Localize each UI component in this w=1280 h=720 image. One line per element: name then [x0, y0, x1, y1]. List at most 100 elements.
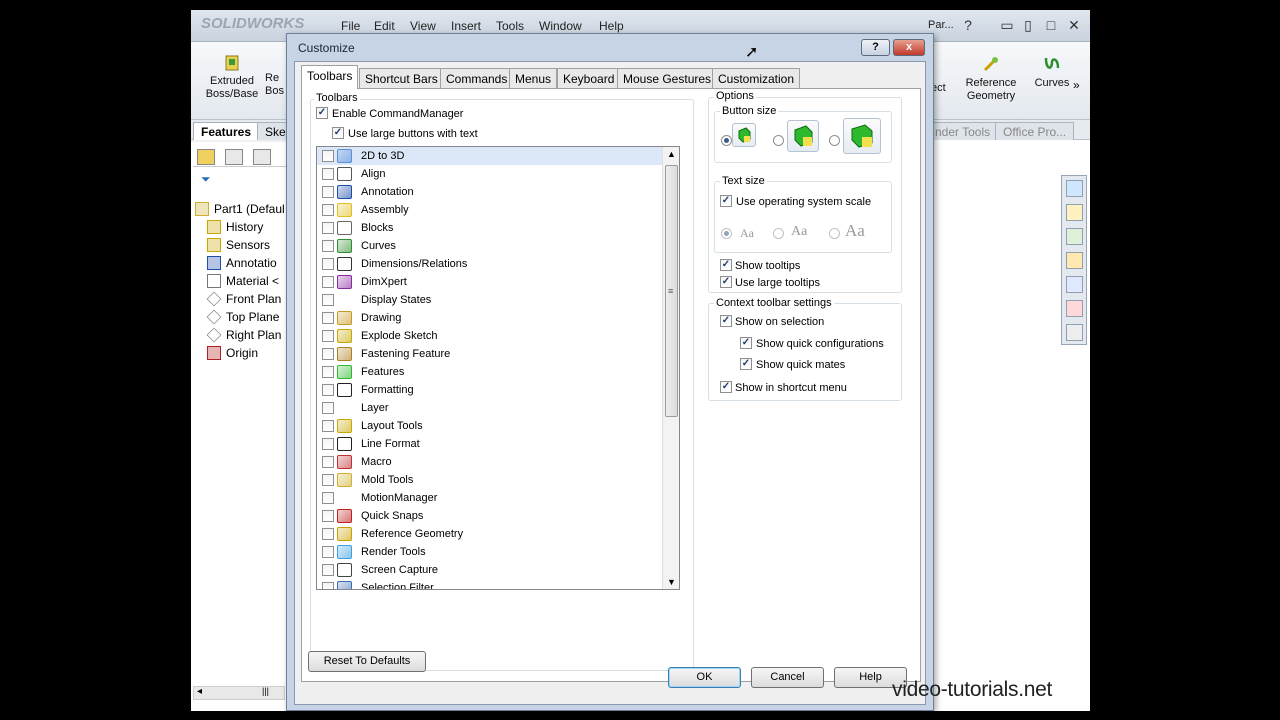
file-explorer-icon[interactable] [1066, 252, 1083, 269]
toolbar-list-checkbox[interactable] [322, 348, 334, 360]
toolbar-list-item[interactable]: Curves [317, 237, 663, 255]
toolbar-list-checkbox[interactable] [322, 438, 334, 450]
tree-item[interactable]: Material < [207, 274, 279, 292]
toolbar-list-item[interactable]: Features [317, 363, 663, 381]
toolbar-list-checkbox[interactable] [322, 168, 334, 180]
button-size-small-radio[interactable] [721, 135, 732, 146]
tab-mouse-gestures[interactable]: Mouse Gestures [617, 68, 718, 88]
restore-icon[interactable]: ▯ [1019, 16, 1037, 34]
custom-properties-icon[interactable] [1066, 324, 1083, 341]
tab-commands[interactable]: Commands [440, 68, 514, 88]
ok-button[interactable]: OK [668, 667, 741, 688]
toolbar-list-checkbox[interactable] [322, 258, 334, 270]
close-icon[interactable]: ✕ [1065, 16, 1083, 34]
button-size-medium-radio[interactable] [773, 135, 784, 146]
toolbar-list-item[interactable]: MotionManager [317, 489, 663, 507]
toolbar-list-item[interactable]: Quick Snaps [317, 507, 663, 525]
toolbar-list-checkbox[interactable] [322, 456, 334, 468]
scroll-up-icon[interactable]: ▲ [667, 149, 676, 159]
tree-hscrollbar[interactable]: ◂ ||| [193, 686, 285, 700]
toolbar-list-item[interactable]: Assembly [317, 201, 663, 219]
toolbar-list-item[interactable]: Formatting [317, 381, 663, 399]
menu-insert[interactable]: Insert [451, 19, 481, 33]
propertymanager-tab-icon[interactable] [225, 149, 243, 165]
menu-tools[interactable]: Tools [496, 19, 524, 33]
toolbar-list-checkbox[interactable] [322, 222, 334, 234]
toolbar-list-checkbox[interactable] [322, 474, 334, 486]
toolbar-list-checkbox[interactable] [322, 528, 334, 540]
ribbon-more-icon[interactable]: » [1073, 78, 1080, 92]
design-library-icon[interactable] [1066, 228, 1083, 245]
toolbar-list-item[interactable]: Align [317, 165, 663, 183]
tab-render-tools[interactable]: nder Tools [927, 122, 999, 140]
toolbar-list-item[interactable]: Dimensions/Relations [317, 255, 663, 273]
scroll-thumb[interactable]: ≡ [665, 165, 678, 417]
enable-commandmanager-checkbox[interactable]: ✓ [316, 107, 328, 119]
reference-geometry-button[interactable]: Reference Geometry [959, 56, 1023, 103]
tab-toolbars[interactable]: Toolbars [301, 65, 359, 89]
reset-to-defaults-button[interactable]: Reset To Defaults [308, 651, 426, 672]
tree-item[interactable]: History [207, 220, 263, 238]
extruded-boss-button[interactable]: Extruded Boss/Base [203, 54, 261, 101]
tab-features[interactable]: Features [193, 122, 260, 140]
toolbar-list-checkbox[interactable] [322, 492, 334, 504]
toolbar-list-item[interactable]: Explode Sketch [317, 327, 663, 345]
tree-item[interactable]: Right Plan [206, 327, 281, 346]
tab-office-products[interactable]: Office Pro... [995, 122, 1075, 140]
toolbar-list[interactable]: 2D to 3D Align Annotation Assembly Blocks Cur… [316, 146, 680, 590]
dialog-help-button[interactable]: ? [861, 39, 890, 56]
toolbar-list-checkbox[interactable] [322, 384, 334, 396]
toolbar-list-item[interactable]: Mold Tools [317, 471, 663, 489]
toolbar-list-checkbox[interactable] [322, 240, 334, 252]
text-size-small-radio[interactable] [721, 228, 732, 239]
show-in-shortcut-menu-checkbox[interactable]: ✓ [720, 381, 732, 393]
toolbar-list-item[interactable]: Display States [317, 291, 663, 309]
toolbar-list-checkbox[interactable] [322, 312, 334, 324]
toolbar-list-item[interactable]: Blocks [317, 219, 663, 237]
scroll-left-icon[interactable]: ◂ [197, 686, 202, 697]
featuremanager-tab-icon[interactable] [197, 149, 215, 165]
tab-customization[interactable]: Customization [712, 68, 801, 88]
use-large-tooltips-checkbox[interactable]: ✓ [720, 276, 732, 288]
toolbar-list-checkbox[interactable] [322, 510, 334, 522]
use-os-scale-checkbox[interactable]: ✓ [720, 195, 732, 207]
text-size-large-radio[interactable] [829, 228, 840, 239]
text-size-medium-radio[interactable] [773, 228, 784, 239]
tree-item[interactable]: Sensors [207, 238, 270, 256]
curves-button[interactable]: Curves [1033, 56, 1071, 90]
tree-item[interactable]: Top Plane [206, 309, 279, 328]
toolbar-list-item[interactable]: Macro [317, 453, 663, 471]
cancel-button[interactable]: Cancel [751, 667, 824, 688]
toolbar-list-checkbox[interactable] [322, 402, 334, 414]
show-quick-configurations-checkbox[interactable]: ✓ [740, 337, 752, 349]
button-size-large-radio[interactable] [829, 135, 840, 146]
toolbar-list-checkbox[interactable] [322, 546, 334, 558]
menu-help[interactable]: Help [599, 19, 624, 33]
help-icon[interactable]: ? [959, 16, 977, 34]
toolbar-list-item[interactable]: Screen Capture [317, 561, 663, 579]
use-large-buttons-checkbox[interactable]: ✓ [332, 127, 344, 139]
configurationmanager-tab-icon[interactable] [253, 149, 271, 165]
show-quick-mates-checkbox[interactable]: ✓ [740, 358, 752, 370]
menu-edit[interactable]: Edit [374, 19, 395, 33]
toolbar-list-item[interactable]: Fastening Feature [317, 345, 663, 363]
tab-menus[interactable]: Menus [509, 68, 558, 88]
toolbar-list-item[interactable]: Line Format [317, 435, 663, 453]
toolbar-list-checkbox[interactable] [322, 582, 334, 589]
tree-item[interactable]: Front Plan [206, 291, 281, 310]
show-on-selection-checkbox[interactable]: ✓ [720, 315, 732, 327]
toolbar-list-checkbox[interactable] [322, 186, 334, 198]
tab-shortcut-bars[interactable]: Shortcut Bars [359, 68, 444, 88]
toolbar-list-checkbox[interactable] [322, 276, 334, 288]
toolbar-list-item[interactable]: Reference Geometry [317, 525, 663, 543]
tab-keyboard[interactable]: Keyboard [557, 68, 621, 88]
toolbar-list-item[interactable]: Annotation [317, 183, 663, 201]
filter-icon[interactable]: ⏷ [201, 172, 211, 187]
button-size-small-preview[interactable] [732, 123, 756, 147]
toolbar-list-item[interactable]: Render Tools [317, 543, 663, 561]
toolbar-list-scrollbar[interactable]: ▲ ≡ ▼ [662, 147, 679, 589]
tree-item[interactable]: Origin [207, 346, 258, 364]
toolbar-list-item[interactable]: Layout Tools [317, 417, 663, 435]
scroll-down-icon[interactable]: ▼ [667, 577, 676, 587]
toolbar-list-checkbox[interactable] [322, 366, 334, 378]
